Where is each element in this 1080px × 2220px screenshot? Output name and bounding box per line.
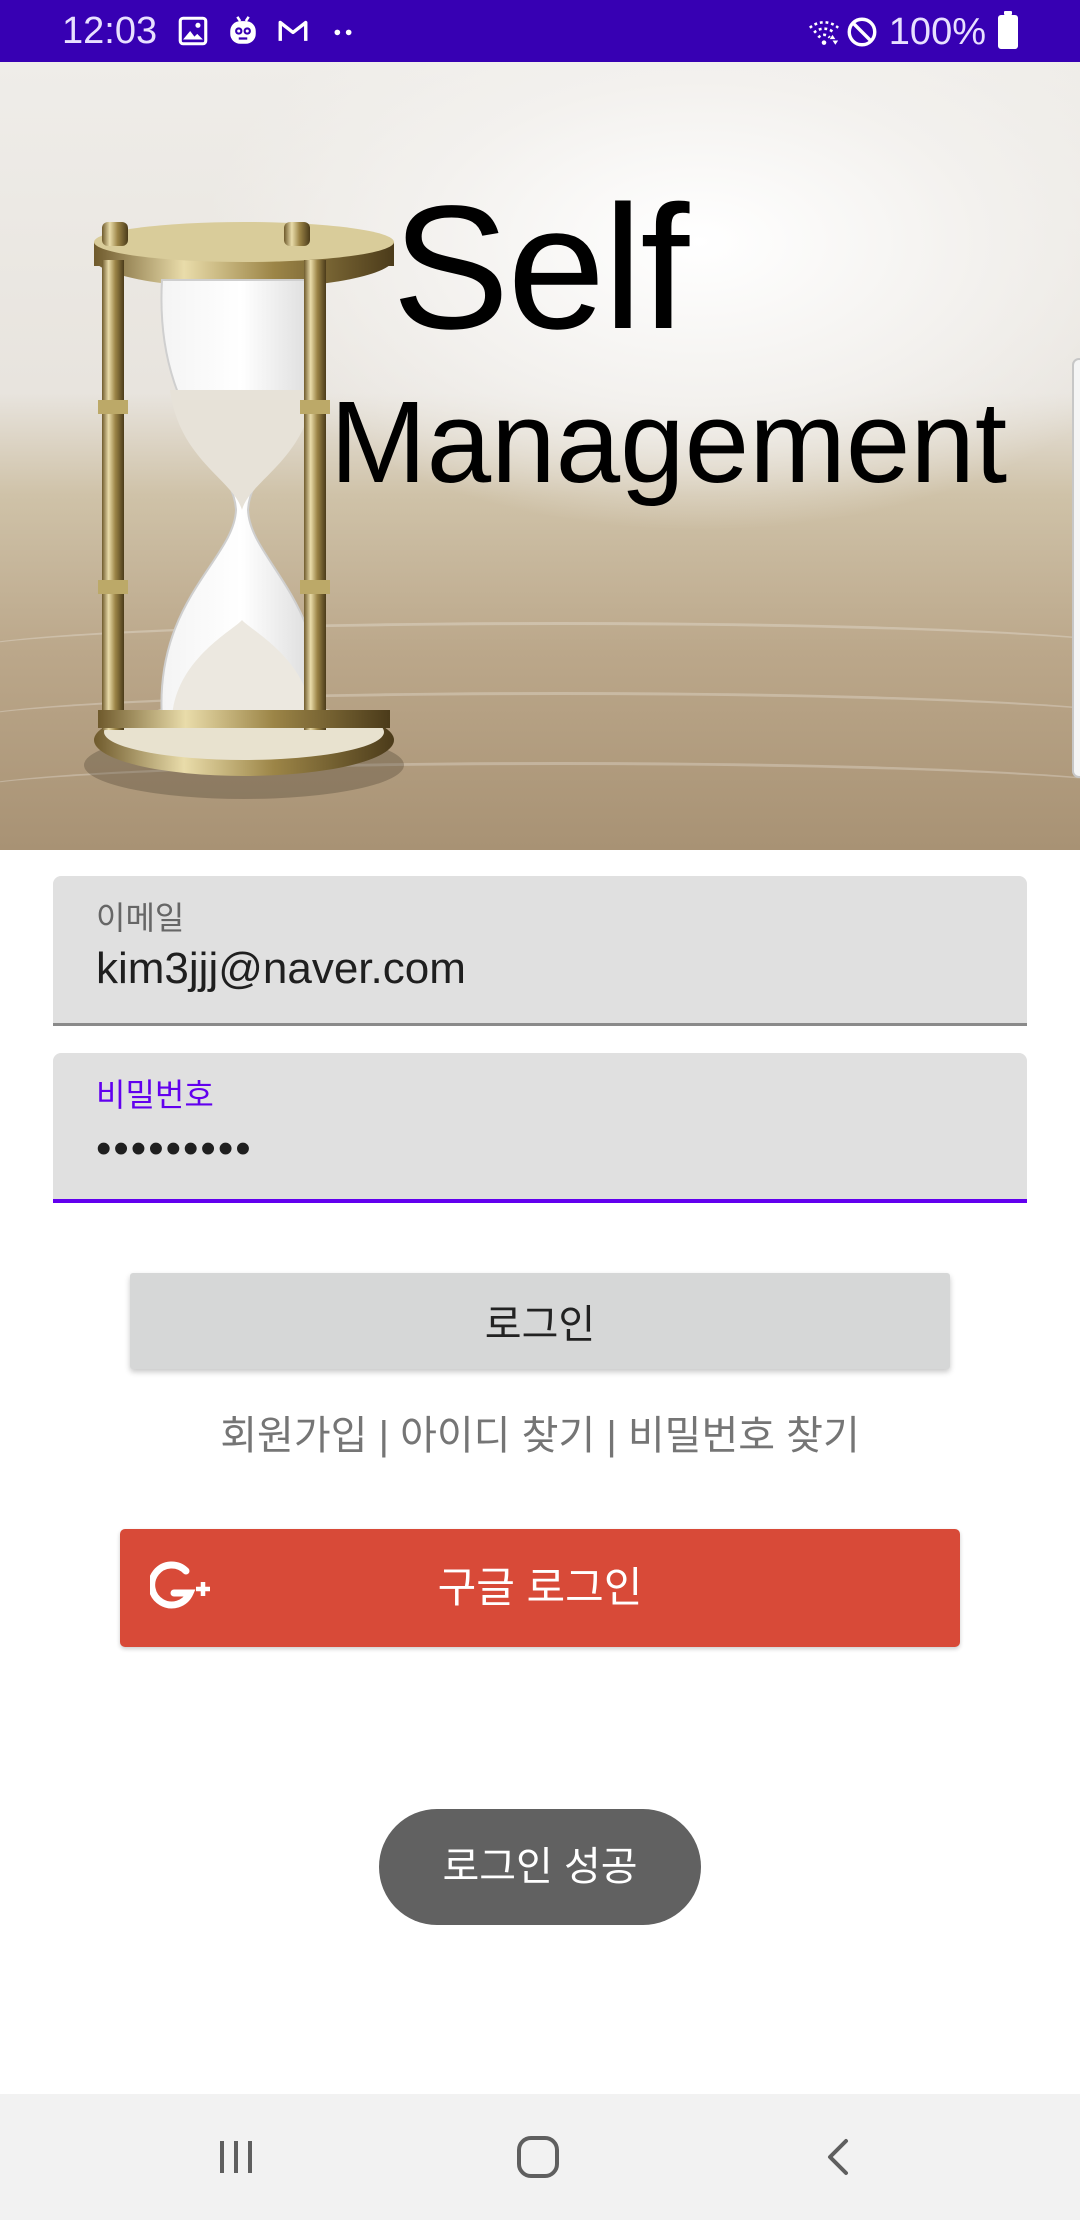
back-icon xyxy=(828,2139,848,2175)
more-dots-icon xyxy=(334,29,352,36)
do-not-disturb-icon xyxy=(847,17,877,47)
battery-icon xyxy=(998,11,1018,49)
login-button[interactable]: 로그인 xyxy=(130,1273,950,1369)
robot-face-icon xyxy=(230,16,256,44)
password-field[interactable]: 비밀번호 ••••••••• xyxy=(53,1053,1027,1203)
wifi-icon xyxy=(808,21,839,45)
link-separator: | xyxy=(606,1414,617,1458)
password-label: 비밀번호 xyxy=(96,1077,214,1113)
link-separator: | xyxy=(378,1414,389,1458)
edge-panel-handle[interactable] xyxy=(1072,358,1080,778)
google-login-label: 구글 로그인 xyxy=(437,1564,643,1611)
status-time: 12:03 xyxy=(62,10,158,52)
system-icons: 100% xyxy=(807,11,1080,53)
find-password-link[interactable]: 비밀번호 찾기 xyxy=(628,1410,860,1462)
hero-title-self: Self xyxy=(392,170,689,366)
find-id-link[interactable]: 아이디 찾기 xyxy=(400,1410,595,1462)
email-label: 이메일 xyxy=(96,900,185,936)
image-icon xyxy=(178,16,208,46)
navigation-bar xyxy=(0,2094,1080,2220)
battery-percentage: 100% xyxy=(888,11,986,53)
hero-banner: Self Management xyxy=(0,62,1080,850)
google-login-button[interactable]: 구글 로그인 xyxy=(120,1529,960,1647)
email-input[interactable] xyxy=(96,944,976,994)
hero-title-management: Management xyxy=(330,377,1008,507)
account-links: 회원가입 | 아이디 찾기 | 비밀번호 찾기 xyxy=(0,1410,1080,1462)
home-button[interactable] xyxy=(503,2124,573,2190)
recent-apps-button[interactable] xyxy=(201,2124,271,2190)
notification-icons xyxy=(176,14,360,48)
password-input[interactable]: ••••••••• xyxy=(96,1125,253,1173)
home-icon xyxy=(517,2136,559,2178)
gmail-icon xyxy=(278,20,308,41)
toast-message: 로그인 성공 xyxy=(379,1809,701,1925)
signup-link[interactable]: 회원가입 xyxy=(220,1410,367,1462)
status-bar: 12:03 100% xyxy=(0,0,1080,62)
back-button[interactable] xyxy=(805,2124,875,2190)
email-field[interactable]: 이메일 xyxy=(53,876,1027,1026)
recent-apps-icon xyxy=(220,2141,252,2173)
